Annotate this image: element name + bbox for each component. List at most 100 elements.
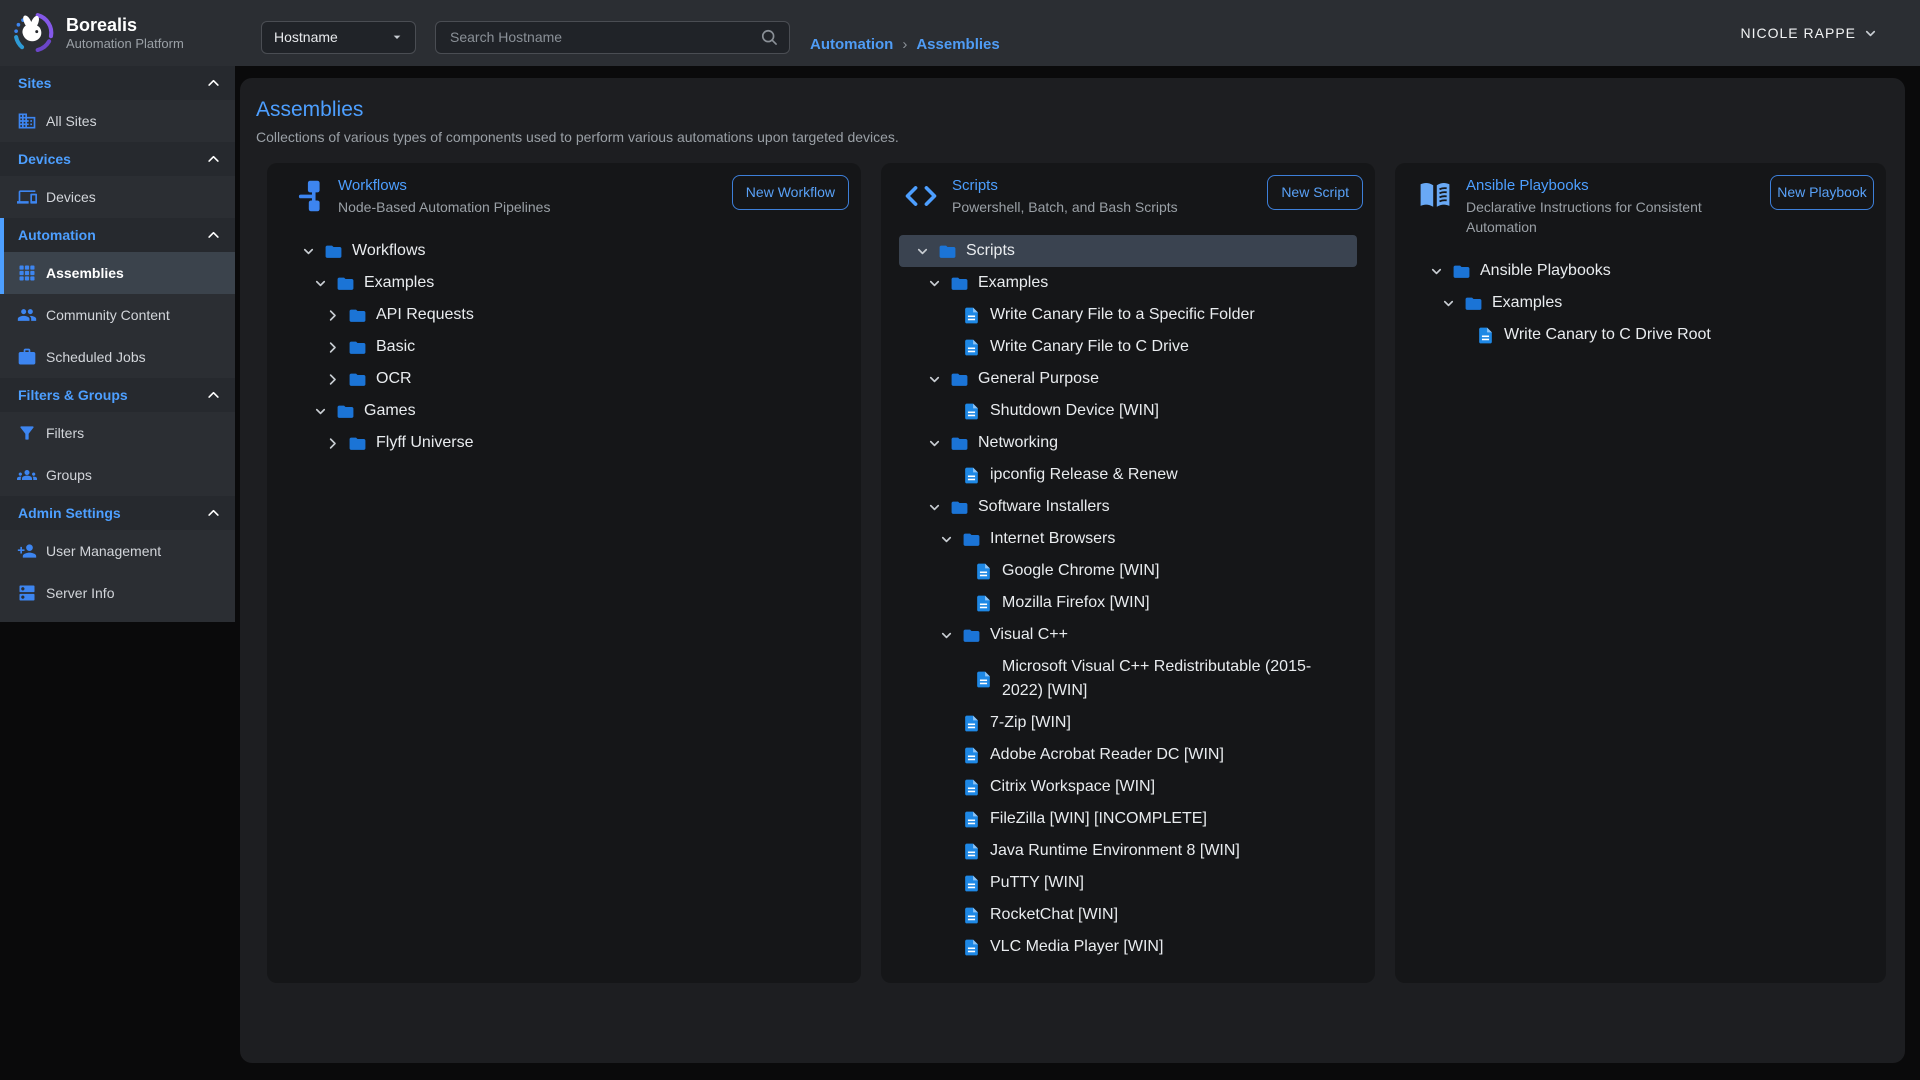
section-header-sites[interactable]: Sites xyxy=(0,66,235,100)
chevron-right-icon[interactable] xyxy=(325,340,340,355)
sidebar-item-scheduled-jobs[interactable]: Scheduled Jobs xyxy=(0,336,235,378)
file-icon xyxy=(962,466,981,485)
tree-folder-ansible-playbooks[interactable]: Ansible Playbooks xyxy=(1413,255,1868,287)
chevron-down-icon[interactable] xyxy=(927,276,942,291)
new-workflow-button[interactable]: New Workflow xyxy=(732,175,849,210)
tree-folder-workflows[interactable]: Workflows xyxy=(285,235,843,267)
card-head-text: ScriptsPowershell, Batch, and Bash Scrip… xyxy=(952,175,1178,217)
sidebar-item-assemblies[interactable]: Assemblies xyxy=(0,252,235,294)
tree-folder-examples[interactable]: Examples xyxy=(285,267,843,299)
card-title-workflows[interactable]: Workflows xyxy=(338,175,550,197)
folder-icon xyxy=(950,498,969,517)
tree-item-label: 7-Zip [WIN] xyxy=(990,707,1095,739)
chevron-down-icon[interactable] xyxy=(313,404,328,419)
card-ansible-playbooks: Ansible PlaybooksDeclarative Instruction… xyxy=(1395,163,1886,983)
chevron-down-icon[interactable] xyxy=(1429,264,1444,279)
card-subtitle: Powershell, Batch, and Bash Scripts xyxy=(952,197,1178,217)
card-head-text: Ansible PlaybooksDeclarative Instruction… xyxy=(1466,175,1770,237)
tree-item-label: Examples xyxy=(1492,287,1586,319)
section-header-admin-settings[interactable]: Admin Settings xyxy=(0,496,235,530)
tree-file-mozilla-firefox-win[interactable]: Mozilla Firefox [WIN] xyxy=(899,587,1357,619)
tree-file-rocketchat-win[interactable]: RocketChat [WIN] xyxy=(899,899,1357,931)
chevron-down-icon[interactable] xyxy=(301,244,316,259)
sidebar-item-devices[interactable]: Devices xyxy=(0,176,235,218)
card-title-scripts[interactable]: Scripts xyxy=(952,175,1178,197)
tree-file-filezilla-win-incomplete[interactable]: FileZilla [WIN] [INCOMPLETE] xyxy=(899,803,1357,835)
brand-tagline: Automation Platform xyxy=(66,36,184,52)
chevron-right-icon[interactable] xyxy=(325,308,340,323)
file-icon xyxy=(962,714,981,733)
tree-file-write-canary-file-to-a-specific-folder[interactable]: Write Canary File to a Specific Folder xyxy=(899,299,1357,331)
section-header-automation[interactable]: Automation xyxy=(0,218,235,252)
tree-file-shutdown-device-win[interactable]: Shutdown Device [WIN] xyxy=(899,395,1357,427)
section-header-filters-groups[interactable]: Filters & Groups xyxy=(0,378,235,412)
sidebar-item-user-management[interactable]: User Management xyxy=(0,530,235,572)
tree-folder-ocr[interactable]: OCR xyxy=(285,363,843,395)
tree-file-putty-win[interactable]: PuTTY [WIN] xyxy=(899,867,1357,899)
search-box xyxy=(435,21,790,54)
tree-folder-visual-c[interactable]: Visual C++ xyxy=(899,619,1357,651)
section-header-devices[interactable]: Devices xyxy=(0,142,235,176)
chevron-down-icon[interactable] xyxy=(1441,296,1456,311)
sidebar-item-groups[interactable]: Groups xyxy=(0,454,235,496)
chevron-down-icon[interactable] xyxy=(313,276,328,291)
tree-file-microsoft-visual-c-redistributable-2015-2022-win[interactable]: Microsoft Visual C++ Redistributable (20… xyxy=(899,651,1357,707)
tree-item-label: Visual C++ xyxy=(990,619,1092,651)
tree-file-citrix-workspace-win[interactable]: Citrix Workspace [WIN] xyxy=(899,771,1357,803)
new-script-button[interactable]: New Script xyxy=(1267,175,1363,210)
chevron-down-icon[interactable] xyxy=(927,436,942,451)
tree-folder-flyff-universe[interactable]: Flyff Universe xyxy=(285,427,843,459)
tree-file-write-canary-file-to-c-drive[interactable]: Write Canary File to C Drive xyxy=(899,331,1357,363)
tree-folder-api-requests[interactable]: API Requests xyxy=(285,299,843,331)
chevron-right-icon[interactable] xyxy=(325,436,340,451)
tree-folder-scripts[interactable]: Scripts xyxy=(899,235,1357,267)
tree-file-7-zip-win[interactable]: 7-Zip [WIN] xyxy=(899,707,1357,739)
tree-file-vlc-media-player-win[interactable]: VLC Media Player [WIN] xyxy=(899,931,1357,963)
tree-file-write-canary-to-c-drive-root[interactable]: Write Canary to C Drive Root xyxy=(1413,319,1868,351)
chevron-up-icon xyxy=(206,228,221,243)
chevron-down-icon[interactable] xyxy=(939,532,954,547)
assembly-cards: WorkflowsNode-Based Automation Pipelines… xyxy=(267,163,1905,983)
breadcrumb: Automation › Assemblies xyxy=(810,36,1000,53)
tree-item-label: OCR xyxy=(376,363,436,395)
tree-folder-internet-browsers[interactable]: Internet Browsers xyxy=(899,523,1357,555)
people-icon xyxy=(17,305,37,325)
chevron-down-icon[interactable] xyxy=(915,244,930,259)
sidebar-item-server-info[interactable]: Server Info xyxy=(0,572,235,614)
breadcrumb-automation[interactable]: Automation xyxy=(810,36,893,53)
chevron-right-icon[interactable] xyxy=(325,372,340,387)
hostname-select[interactable]: Hostname xyxy=(261,21,416,54)
breadcrumb-assemblies[interactable]: Assemblies xyxy=(916,36,999,53)
tree-folder-general-purpose[interactable]: General Purpose xyxy=(899,363,1357,395)
tree-item-label: Java Runtime Environment 8 [WIN] xyxy=(990,835,1264,867)
tree-folder-software-installers[interactable]: Software Installers xyxy=(899,491,1357,523)
new-playbook-button[interactable]: New Playbook xyxy=(1770,175,1874,210)
section-label: Sites xyxy=(18,75,51,91)
section-label: Admin Settings xyxy=(18,505,121,521)
user-menu[interactable]: NICOLE RAPPE xyxy=(1741,25,1878,41)
search-icon[interactable] xyxy=(759,27,779,47)
tree-folder-basic[interactable]: Basic xyxy=(285,331,843,363)
card-title-ansible-playbooks[interactable]: Ansible Playbooks xyxy=(1466,175,1770,197)
tree-item-label: VLC Media Player [WIN] xyxy=(990,931,1187,963)
tree-file-google-chrome-win[interactable]: Google Chrome [WIN] xyxy=(899,555,1357,587)
tree-file-java-runtime-environment-8-win[interactable]: Java Runtime Environment 8 [WIN] xyxy=(899,835,1357,867)
tree-folder-games[interactable]: Games xyxy=(285,395,843,427)
sidebar-item-filters[interactable]: Filters xyxy=(0,412,235,454)
tree-folder-networking[interactable]: Networking xyxy=(899,427,1357,459)
book-icon xyxy=(1417,178,1453,214)
card-workflows: WorkflowsNode-Based Automation Pipelines… xyxy=(267,163,861,983)
tree-folder-examples[interactable]: Examples xyxy=(1413,287,1868,319)
search-input[interactable] xyxy=(448,28,759,46)
chevron-down-icon[interactable] xyxy=(927,372,942,387)
tree-file-ipconfig-release-renew[interactable]: ipconfig Release & Renew xyxy=(899,459,1357,491)
caret-down-icon xyxy=(389,29,405,45)
card-subtitle: Declarative Instructions for Consistent … xyxy=(1466,197,1770,237)
sidebar-item-all-sites[interactable]: All Sites xyxy=(0,100,235,142)
sidebar-item-community-content[interactable]: Community Content xyxy=(0,294,235,336)
tree-file-adobe-acrobat-reader-dc-win[interactable]: Adobe Acrobat Reader DC [WIN] xyxy=(899,739,1357,771)
tree-folder-examples[interactable]: Examples xyxy=(899,267,1357,299)
chevron-down-icon[interactable] xyxy=(939,628,954,643)
tree-item-label: Microsoft Visual C++ Redistributable (20… xyxy=(1002,651,1357,707)
chevron-down-icon[interactable] xyxy=(927,500,942,515)
